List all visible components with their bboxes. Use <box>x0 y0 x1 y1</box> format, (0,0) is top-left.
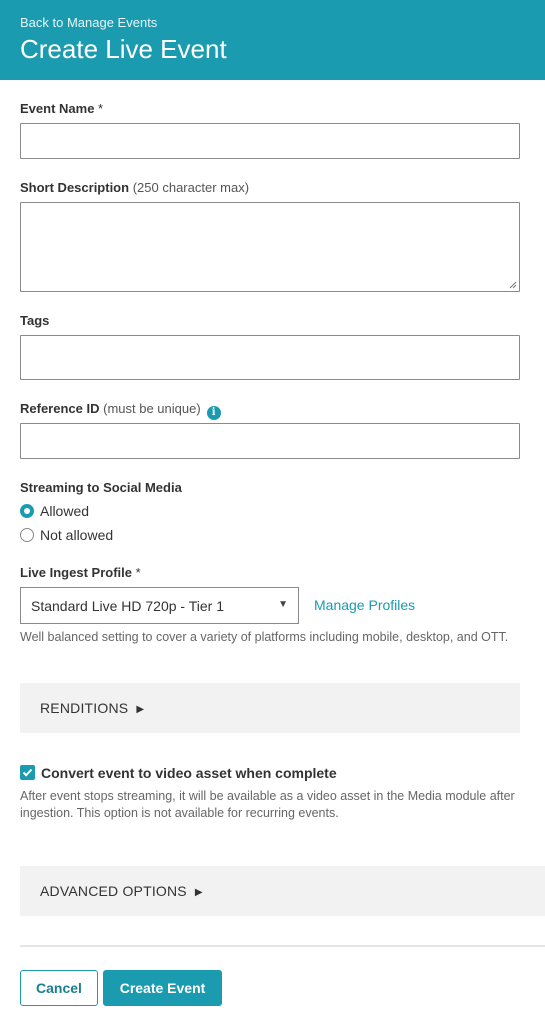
tags-input[interactable] <box>20 335 520 380</box>
create-event-button[interactable]: Create Event <box>103 970 222 1006</box>
streaming-label: Streaming to Social Media <box>20 480 182 495</box>
reference-id-input[interactable] <box>20 423 520 459</box>
ingest-profile-label: Live Ingest Profile * <box>20 565 141 580</box>
cancel-button[interactable]: Cancel <box>20 970 98 1006</box>
manage-profiles-link[interactable]: Manage Profiles <box>314 597 415 613</box>
info-icon[interactable]: i <box>206 406 221 420</box>
divider <box>20 945 545 947</box>
triangle-right-icon: ▶ <box>194 887 203 898</box>
radio-unchecked-icon[interactable] <box>20 528 34 542</box>
convert-checkbox[interactable] <box>20 765 35 780</box>
ingest-profile-value: Standard Live HD 720p - Tier 1 <box>31 598 224 614</box>
renditions-label: RENDITIONS ▶ <box>40 700 145 716</box>
checkmark-icon <box>22 768 33 777</box>
event-name-input[interactable] <box>20 123 520 159</box>
radio-checked-icon[interactable] <box>20 504 34 518</box>
event-name-label: Event Name * <box>20 101 104 116</box>
convert-checkbox-label[interactable]: Convert event to video asset when comple… <box>41 765 337 781</box>
page-header: Back to Manage Events Create Live Event <box>0 0 545 80</box>
triangle-right-icon: ▶ <box>136 704 145 715</box>
radio-allowed-label: Allowed <box>40 503 90 519</box>
short-description-label: Short Description (250 character max) <box>20 180 250 195</box>
ingest-profile-select[interactable]: Standard Live HD 720p - Tier 1 ▼ <box>20 587 299 624</box>
short-description-textarea[interactable] <box>20 202 520 292</box>
resize-grip-icon[interactable] <box>509 281 517 289</box>
radio-not-allowed-label: Not allowed <box>40 527 114 543</box>
back-link[interactable]: Back to Manage Events <box>20 15 157 30</box>
advanced-options-label: ADVANCED OPTIONS ▶ <box>40 883 203 899</box>
renditions-toggle[interactable]: RENDITIONS ▶ <box>20 683 520 733</box>
page-title: Create Live Event <box>20 34 227 64</box>
convert-help: After event stops streaming, it will be … <box>20 789 515 820</box>
reference-id-label: Reference ID (must be unique) i <box>20 401 221 420</box>
dropdown-arrow-icon: ▼ <box>278 599 288 610</box>
advanced-options-toggle[interactable]: ADVANCED OPTIONS ▶ <box>20 866 545 916</box>
tags-label: Tags <box>20 313 50 328</box>
ingest-profile-help: Well balanced setting to cover a variety… <box>20 630 509 644</box>
